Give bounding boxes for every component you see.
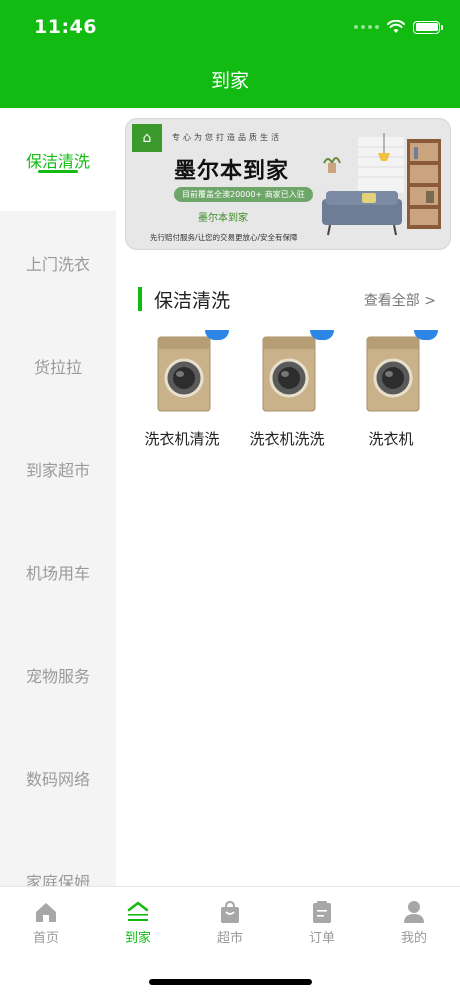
banner-title: 墨尔本到家 [174,159,290,184]
home-indicator[interactable] [149,979,312,985]
product-card[interactable]: 洗衣机清洗 [130,330,234,450]
product-name: 洗衣机清洗 [144,430,220,448]
category-sidebar: 保洁清洗 上门洗衣 货拉拉 到家超市 机场用车 宠物服务 数码网络 家庭保姆 [0,108,116,886]
sidebar-item-cleaning[interactable]: 保洁清洗 [0,108,116,211]
tab-profile[interactable]: 我的 [368,887,460,949]
product-name: 洗衣机洗洗 [249,430,325,448]
sidebar-item-label: 保洁清洗 [25,151,90,171]
sidebar-item-label: 货拉拉 [33,357,82,377]
washing-machine-icon [262,336,316,412]
tab-orders[interactable]: 订单 [276,887,368,949]
brand-logo-icon: ⌂ [132,124,162,152]
tab-daojia[interactable]: 到家 [92,887,184,949]
tab-label: 超市 [216,931,243,946]
product-name: 洗衣机 [368,430,414,448]
section-accent-bar [138,287,142,311]
washing-machine-icon [366,336,420,412]
sidebar-item-airport-car[interactable]: 机场用车 [0,520,116,623]
shopping-bag-icon [217,899,243,925]
order-icon [309,899,335,925]
page-title: 到家 [210,70,249,92]
header: 11:46 到家 [0,0,460,108]
living-room-illustration [322,133,441,236]
wifi-icon [387,20,405,33]
battery-icon [413,20,443,34]
promo-banner[interactable]: ⌂ 专心为您打造品质生活 墨尔本到家 目前覆盖全澳20000+ 商家已入驻 墨尔… [125,118,451,250]
banner-coverage-pill: 目前覆盖全澳20000+ 商家已入驻 [174,187,313,202]
status-time: 11:46 [34,16,97,38]
main-content: ⌂ 专心为您打造品质生活 墨尔本到家 目前覆盖全澳20000+ 商家已入驻 墨尔… [116,108,460,886]
banner-slogan: 专心为您打造品质生活 [172,133,282,142]
home-icon [33,899,59,925]
tab-label: 订单 [308,931,335,946]
sidebar-item-lalamove[interactable]: 货拉拉 [0,314,116,417]
banner-footnote: 先行赔付服务/让您的交易更放心/安全有保障 [150,233,298,242]
sidebar-item-label: 宠物服务 [25,666,90,686]
tab-label: 首页 [32,931,59,946]
sidebar-item-laundry[interactable]: 上门洗衣 [0,211,116,314]
profile-icon [401,899,427,925]
status-icons [354,20,443,34]
tab-label: 到家 [124,931,151,946]
sidebar-item-label: 家庭保姆 [25,872,90,887]
bottom-tab-bar: 首页 到家 超市 订单 我的 [0,886,460,956]
signal-icon [354,25,379,29]
sidebar-item-supermarket[interactable]: 到家超市 [0,417,116,520]
product-card[interactable]: 洗衣机 [339,330,443,450]
daojia-icon [125,899,151,925]
view-all-link[interactable]: 查看全部 > [364,290,436,310]
sidebar-item-label: 到家超市 [25,460,90,480]
sidebar-item-label: 机场用车 [25,563,90,583]
tab-home[interactable]: 首页 [0,887,92,949]
tab-supermarket[interactable]: 超市 [184,887,276,949]
sidebar-item-pet-service[interactable]: 宠物服务 [0,623,116,726]
sidebar-item-label: 上门洗衣 [25,254,90,274]
section-title: 保洁清洗 [154,290,231,312]
sidebar-item-label: 数码网络 [25,769,90,789]
sidebar-item-digital-network[interactable]: 数码网络 [0,726,116,829]
product-card[interactable]: 洗衣机洗洗 [235,330,339,450]
tab-label: 我的 [400,931,427,946]
sidebar-item-housekeeper[interactable]: 家庭保姆 [0,829,116,887]
washing-machine-icon [157,336,211,412]
banner-brand: 墨尔本到家 [198,213,248,224]
